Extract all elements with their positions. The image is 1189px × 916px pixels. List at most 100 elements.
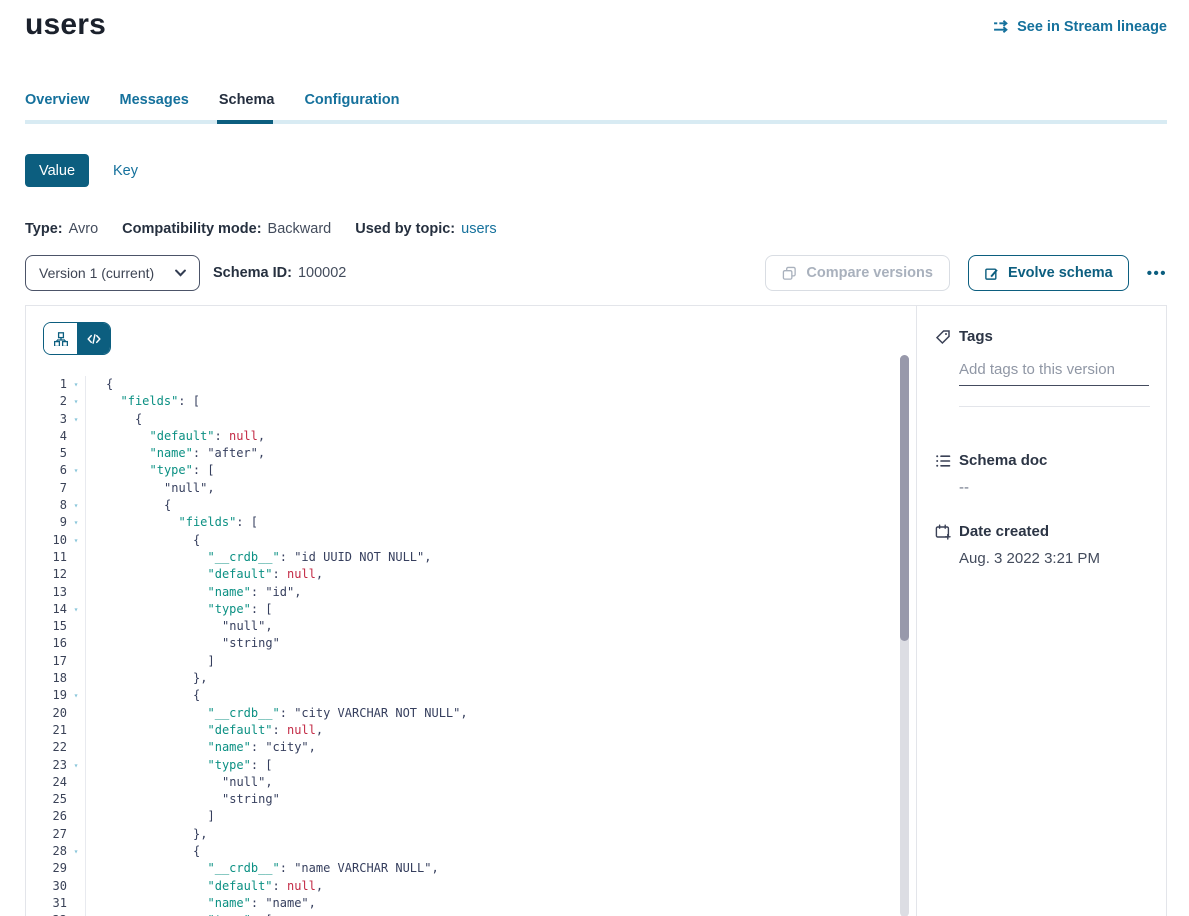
page-header: users See in Stream lineage bbox=[25, 8, 1167, 42]
tree-view-icon bbox=[54, 332, 68, 346]
code-line: 22"name": "city", bbox=[26, 739, 916, 756]
evolve-schema-button[interactable]: Evolve schema bbox=[968, 255, 1129, 291]
version-select[interactable]: Version 1 (current) bbox=[25, 255, 200, 291]
code-line-text: "name": "after", bbox=[85, 445, 916, 462]
date-created-section: Date created Aug. 3 2022 3:21 PM bbox=[935, 523, 1150, 567]
line-number: 26 bbox=[26, 808, 67, 825]
code-lines: 1▾{2▾"fields": [3▾{4"default": null,5"na… bbox=[26, 376, 916, 916]
collapse-caret-icon[interactable]: ▾ bbox=[67, 462, 85, 479]
code-line-text: "name": "name", bbox=[85, 895, 916, 912]
code-line: 7 "null", bbox=[26, 480, 916, 497]
schema-code-pane: 1▾{2▾"fields": [3▾{4"default": null,5"na… bbox=[26, 306, 917, 916]
schema-meta: Type: Avro Compatibility mode: Backward … bbox=[25, 221, 1167, 237]
code-line-text: "fields": [ bbox=[85, 514, 916, 531]
stream-lineage-link[interactable]: See in Stream lineage bbox=[993, 18, 1167, 35]
code-line: 32▾"type": [ bbox=[26, 912, 916, 916]
code-line-text: "default": null, bbox=[85, 428, 916, 445]
tab-messages[interactable]: Messages bbox=[120, 92, 189, 120]
line-number: 15 bbox=[26, 618, 67, 635]
line-number: 7 bbox=[26, 480, 67, 497]
code-line: 27}, bbox=[26, 826, 916, 843]
value-tab-button[interactable]: Value bbox=[25, 154, 89, 187]
code-line: 20"__crdb__": "city VARCHAR NOT NULL", bbox=[26, 705, 916, 722]
collapse-caret-icon[interactable]: ▾ bbox=[67, 912, 85, 916]
value-key-toggle: Value Key bbox=[25, 154, 1167, 187]
line-number: 3 bbox=[26, 411, 67, 428]
topic-link[interactable]: users bbox=[461, 221, 496, 237]
code-line: 24"null", bbox=[26, 774, 916, 791]
tag-icon bbox=[935, 329, 951, 345]
collapse-caret-icon[interactable]: ▾ bbox=[67, 757, 85, 774]
code-line-text: "default": null, bbox=[85, 878, 916, 895]
collapse-caret-icon[interactable]: ▾ bbox=[67, 532, 85, 549]
line-number: 6 bbox=[26, 462, 67, 479]
code-line: 8▾{ bbox=[26, 497, 916, 514]
code-line: 13"name": "id", bbox=[26, 584, 916, 601]
line-number: 21 bbox=[26, 722, 67, 739]
tab-schema[interactable]: Schema bbox=[219, 92, 275, 120]
tab-overview[interactable]: Overview bbox=[25, 92, 90, 120]
collapse-caret-icon[interactable]: ▾ bbox=[67, 514, 85, 531]
code-scrollbar-thumb[interactable] bbox=[900, 355, 909, 641]
view-mode-toggle bbox=[43, 322, 111, 355]
line-number: 29 bbox=[26, 860, 67, 877]
code-line-text: }, bbox=[85, 670, 916, 687]
tab-configuration[interactable]: Configuration bbox=[304, 92, 399, 120]
schema-doc-heading-row: Schema doc bbox=[935, 452, 1150, 469]
line-number: 25 bbox=[26, 791, 67, 808]
code-line-text: "__crdb__": "id UUID NOT NULL", bbox=[85, 549, 916, 566]
tree-view-button[interactable] bbox=[44, 323, 77, 354]
line-number: 19 bbox=[26, 687, 67, 704]
compare-versions-button[interactable]: Compare versions bbox=[765, 255, 950, 291]
code-view-button[interactable] bbox=[77, 323, 110, 354]
line-number: 9 bbox=[26, 514, 67, 531]
collapse-caret-icon[interactable]: ▾ bbox=[67, 376, 85, 393]
more-options-button[interactable]: ••• bbox=[1147, 265, 1167, 282]
schema-card: 1▾{2▾"fields": [3▾{4"default": null,5"na… bbox=[25, 305, 1167, 916]
code-line: 5 "name": "after", bbox=[26, 445, 916, 462]
evolve-schema-label: Evolve schema bbox=[1008, 265, 1113, 281]
code-line-text: "null", bbox=[85, 480, 916, 497]
code-line: 2▾"fields": [ bbox=[26, 393, 916, 410]
collapse-caret-icon[interactable]: ▾ bbox=[67, 497, 85, 514]
code-line-text: "type": [ bbox=[85, 912, 916, 916]
line-number: 17 bbox=[26, 653, 67, 670]
code-line-text: { bbox=[85, 687, 916, 704]
schema-doc-section: Schema doc -- bbox=[935, 452, 1150, 496]
line-number: 27 bbox=[26, 826, 67, 843]
code-line-text: "type": [ bbox=[85, 757, 916, 774]
collapse-caret-icon[interactable]: ▾ bbox=[67, 601, 85, 618]
code-line-text: ] bbox=[85, 808, 916, 825]
code-line-text: { bbox=[85, 497, 916, 514]
schema-doc-icon bbox=[935, 453, 951, 469]
line-number: 5 bbox=[26, 445, 67, 462]
code-line: 30"default": null, bbox=[26, 878, 916, 895]
code-line-text: ] bbox=[85, 653, 916, 670]
schema-sidebar: Tags bbox=[917, 306, 1166, 916]
code-line: 29 "__crdb__": "name VARCHAR NULL", bbox=[26, 860, 916, 877]
collapse-caret-icon[interactable]: ▾ bbox=[67, 687, 85, 704]
line-number: 8 bbox=[26, 497, 67, 514]
action-buttons: Compare versions Evolve schema ••• bbox=[765, 255, 1167, 291]
collapse-caret-icon[interactable]: ▾ bbox=[67, 843, 85, 860]
line-number: 2 bbox=[26, 393, 67, 410]
key-tab-button[interactable]: Key bbox=[113, 163, 138, 179]
tags-input[interactable] bbox=[959, 361, 1149, 386]
line-number: 23 bbox=[26, 757, 67, 774]
collapse-caret-icon[interactable]: ▾ bbox=[67, 411, 85, 428]
tags-section: Tags bbox=[935, 328, 1150, 407]
line-number: 4 bbox=[26, 428, 67, 445]
line-number: 32 bbox=[26, 912, 67, 916]
code-line: 1▾{ bbox=[26, 376, 916, 393]
line-number: 12 bbox=[26, 566, 67, 583]
code-line: 19▾{ bbox=[26, 687, 916, 704]
collapse-caret-icon[interactable]: ▾ bbox=[67, 393, 85, 410]
code-line-text: "string" bbox=[85, 635, 916, 652]
line-number: 28 bbox=[26, 843, 67, 860]
code-scrollbar-track[interactable] bbox=[900, 355, 909, 916]
sidebar-divider bbox=[959, 406, 1150, 407]
code-line-text: "__crdb__": "name VARCHAR NULL", bbox=[85, 860, 916, 877]
code-line-text: }, bbox=[85, 826, 916, 843]
schema-controls: Version 1 (current) Schema ID: 100002 Co… bbox=[25, 255, 1167, 291]
schema-id: Schema ID: 100002 bbox=[213, 265, 346, 281]
